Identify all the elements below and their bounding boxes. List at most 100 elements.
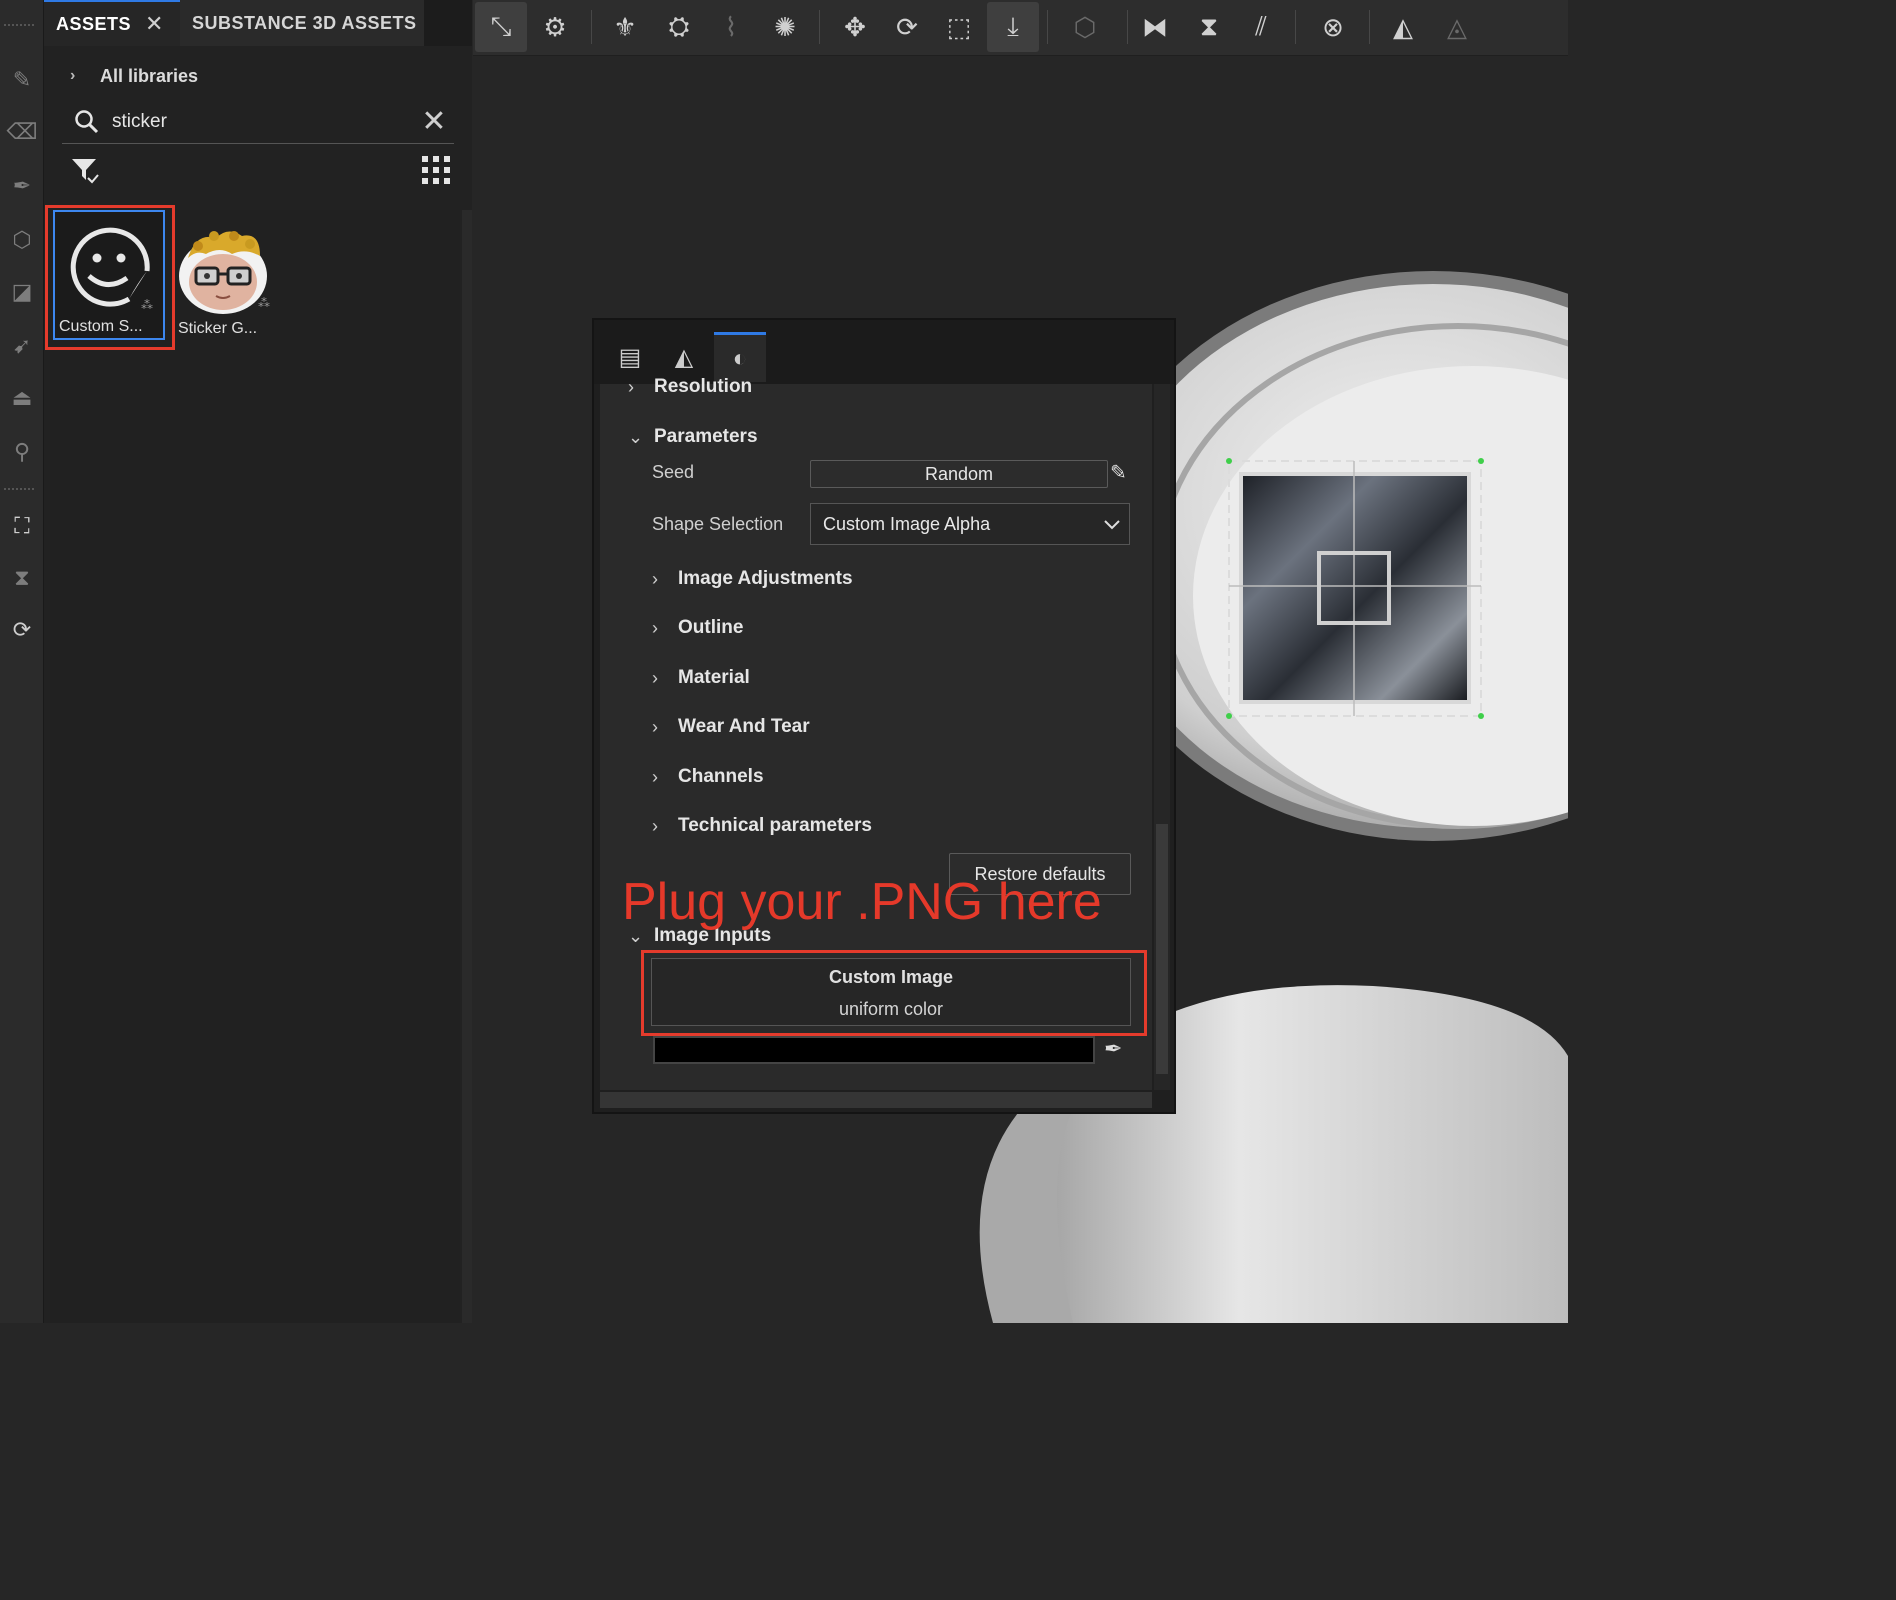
slot-subtitle: uniform color	[838, 999, 944, 1019]
group-label: Technical parameters	[678, 815, 872, 836]
history-icon[interactable]: ⧗	[0, 558, 44, 598]
seed-label: Seed	[652, 462, 695, 482]
symmetry-settings-icon[interactable]: ◬	[1431, 2, 1483, 52]
shape-selection-label: Shape Selection	[652, 514, 784, 534]
toolbar-divider	[819, 10, 820, 44]
toolbar-divider	[1047, 10, 1048, 44]
grip-handle[interactable]	[4, 24, 34, 28]
group-technical-parameters[interactable]: › Technical parameters	[652, 813, 872, 839]
substance-badge-icon: ⁂	[141, 298, 153, 312]
eyedropper-icon[interactable]: ✒	[1104, 1036, 1122, 1062]
grid-view-icon[interactable]	[422, 156, 450, 184]
filter-row	[70, 152, 450, 192]
top-toolbar: ⤡ ⚙ ⚜ ⛭ ⌇ ✺ ✥ ⟳ ⬚ ⤓ ⬡ ⧓ ⧗ ⫽ ⊗ ◭ ◬	[473, 0, 1568, 56]
geometry-fill-icon[interactable]: ⬡	[0, 220, 44, 260]
projection-icon[interactable]: ✒	[0, 166, 44, 206]
app-window: ✎ ⌫ ✒ ⬡ ◪ ➹ ⏏ ⚲ ⛶ ⧗ ⟳ ASSETS ✕ SUBSTANCE…	[0, 0, 1568, 1323]
particles-icon[interactable]: ✺	[759, 2, 811, 52]
tab-assets[interactable]: ASSETS ✕	[44, 0, 180, 46]
substance-badge-icon: ⁂	[258, 296, 270, 310]
dropdown-value: Custom Image Alpha	[823, 513, 991, 534]
breadcrumb[interactable]: › All libraries	[70, 62, 198, 90]
search-field[interactable]: sticker ✕	[62, 100, 454, 144]
color-swatch[interactable]	[653, 1036, 1095, 1064]
tab-label: ASSETS	[56, 13, 132, 34]
shape-selection-dropdown[interactable]: Custom Image Alpha	[810, 503, 1130, 545]
cube-icon[interactable]: ⬡	[1059, 2, 1111, 52]
color-picker-icon[interactable]: ⚲	[0, 432, 44, 472]
group-wear-and-tear[interactable]: › Wear And Tear	[652, 714, 810, 740]
clone-icon[interactable]: ⏏	[0, 378, 44, 418]
move-icon[interactable]: ✥	[829, 2, 881, 52]
asset-caption: Sticker G...	[178, 320, 258, 337]
uv-transform-icon[interactable]: ⤡	[475, 2, 527, 52]
scrollbar-thumb[interactable]	[1156, 824, 1168, 1074]
toolbar-divider	[1295, 10, 1296, 44]
reset-icon[interactable]: ⊗	[1307, 2, 1359, 52]
group-label: Wear And Tear	[678, 716, 810, 737]
chevron-right-icon: ›	[652, 716, 658, 737]
asset-thumbnail[interactable]: ⁂ Custom S...	[53, 210, 165, 340]
material-tab-icon[interactable]: ◐	[714, 332, 766, 382]
slot-title: Custom Image	[828, 967, 954, 987]
mirror-y-icon[interactable]: ⧗	[1183, 2, 1235, 52]
filter-icon[interactable]	[70, 156, 100, 191]
sync-icon[interactable]: ⟳	[0, 610, 44, 650]
chevron-right-icon: ›	[652, 568, 658, 589]
scale-icon[interactable]: ⬚	[933, 2, 985, 52]
path-icon[interactable]: ⌇	[705, 2, 757, 52]
properties-scrollbar[interactable]	[1154, 384, 1170, 1090]
section-label: Resolution	[654, 376, 753, 397]
group-image-adjustments[interactable]: › Image Adjustments	[652, 566, 853, 592]
chevron-down-icon	[1095, 514, 1129, 535]
layer-settings-icon[interactable]: ▤	[604, 332, 656, 382]
properties-tabbar: ▤ ◭ ◐	[594, 320, 1174, 384]
stamp-download-icon[interactable]: ⤓	[987, 2, 1039, 52]
section-parameters[interactable]: ⌄ Parameters	[628, 424, 758, 450]
horizontal-scrollbar[interactable]	[600, 1092, 1152, 1108]
smudge-icon[interactable]: ➹	[0, 326, 44, 366]
chevron-right-icon: ›	[628, 376, 634, 397]
custom-image-slot[interactable]: Custom Image uniform color	[651, 958, 1131, 1026]
chevron-right-icon: ›	[652, 617, 658, 638]
lasso-settings-icon[interactable]: ⛭	[653, 2, 705, 52]
asset-caption: Custom S...	[59, 318, 143, 335]
assets-tabbar: ASSETS ✕ SUBSTANCE 3D ASSETS	[44, 0, 472, 46]
toolbar-divider	[1127, 10, 1128, 44]
group-label: Channels	[678, 766, 764, 787]
asset-grid: ⁂ Custom S... ⁂ Sticker G...	[45, 205, 460, 1323]
seed-value: Random	[924, 463, 994, 484]
section-resolution[interactable]: › Resolution	[628, 376, 752, 398]
chevron-right-icon: ›	[652, 815, 658, 836]
chevron-right-icon: ›	[652, 766, 658, 787]
group-label: Image Adjustments	[678, 568, 853, 589]
group-label: Outline	[678, 617, 744, 638]
section-label: Parameters	[654, 426, 758, 447]
edit-pencil-icon[interactable]: ✎	[1110, 460, 1127, 485]
chevron-down-icon: ⌄	[628, 426, 644, 447]
group-channels[interactable]: › Channels	[652, 764, 764, 790]
symmetry-tab-icon[interactable]: ◭	[658, 332, 710, 382]
seed-random-button[interactable]: Random	[810, 460, 1108, 488]
polygon-fill-icon[interactable]: ◪	[0, 272, 44, 312]
chevron-right-icon: ›	[652, 667, 658, 688]
group-outline[interactable]: › Outline	[652, 615, 743, 641]
eraser-icon[interactable]: ⌫	[0, 112, 44, 152]
clear-search-icon[interactable]: ✕	[414, 104, 454, 139]
toolbar-divider	[591, 10, 592, 44]
paint-brush-icon[interactable]: ✎	[0, 60, 44, 100]
sticker-character-icon	[179, 231, 267, 314]
close-icon[interactable]: ✕	[145, 11, 164, 37]
symmetry-icon[interactable]: ◭	[1377, 2, 1429, 52]
lasso-icon[interactable]: ⚜	[599, 2, 651, 52]
uv-transform-settings-icon[interactable]: ⚙	[529, 2, 581, 52]
rotate-icon[interactable]: ⟳	[881, 2, 933, 52]
assets-scrollbar[interactable]	[462, 210, 472, 1323]
tab-substance-3d-assets[interactable]: SUBSTANCE 3D ASSETS	[180, 0, 424, 46]
asset-thumbnail[interactable]: ⁂ Sticker G...	[174, 210, 286, 340]
group-material[interactable]: › Material	[652, 665, 750, 691]
mirror-diag-icon[interactable]: ⫽	[1235, 2, 1287, 52]
bake-icon[interactable]: ⛶	[0, 506, 44, 546]
search-input[interactable]: sticker	[112, 111, 414, 133]
mirror-x-icon[interactable]: ⧓	[1129, 2, 1181, 52]
